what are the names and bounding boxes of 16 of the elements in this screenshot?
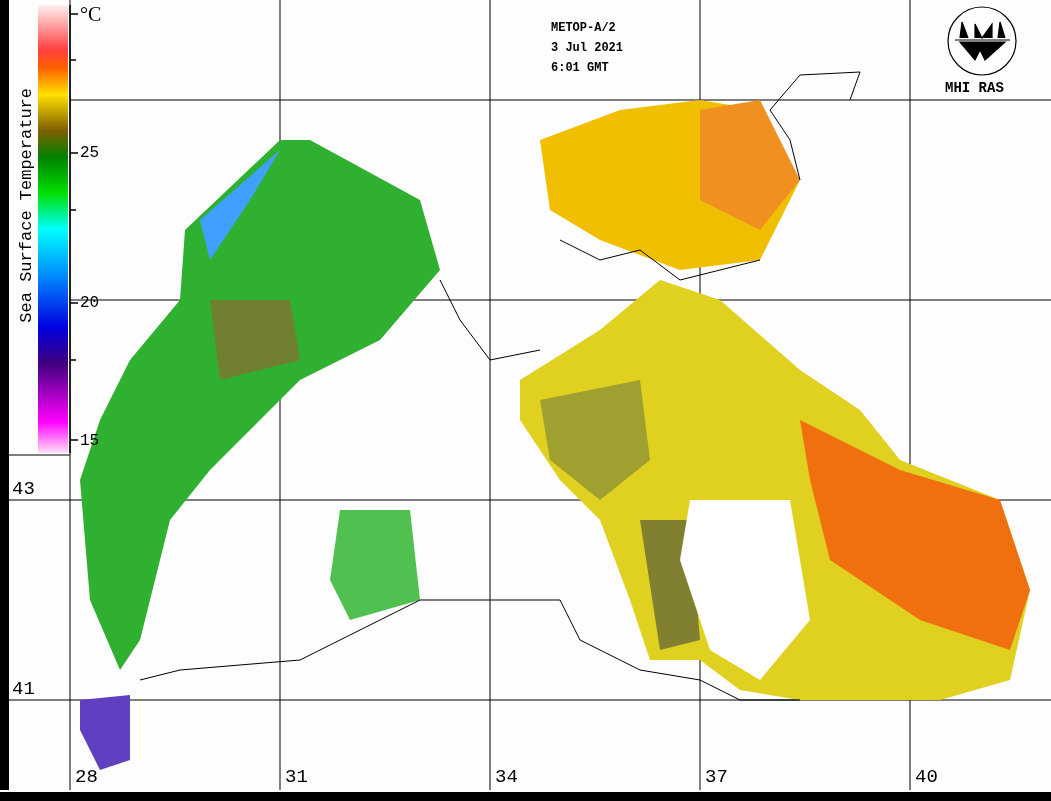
unit-label: °C <box>80 4 102 24</box>
longitude-label: 34 <box>495 768 518 787</box>
latitude-label: 43 <box>12 480 35 499</box>
latitude-label: 41 <box>12 680 35 699</box>
colorbar-title: Sea Surface Temperature <box>18 88 35 323</box>
colorbar-tick-label: 20 <box>80 295 100 311</box>
longitude-label: 37 <box>705 768 728 787</box>
satellite-info-text: METOP-A/2 <box>551 22 616 34</box>
satellite-info-text: 3 Jul 2021 <box>551 42 623 54</box>
logo-icon <box>947 6 1017 76</box>
logo-text: MHI RAS <box>945 81 1004 95</box>
satellite-info-text: 6:01 GMT <box>551 62 609 74</box>
longitude-label: 28 <box>75 768 98 787</box>
longitude-label: 31 <box>285 768 308 787</box>
longitude-label: 40 <box>915 768 938 787</box>
colorbar-tick-label: 25 <box>80 145 100 161</box>
